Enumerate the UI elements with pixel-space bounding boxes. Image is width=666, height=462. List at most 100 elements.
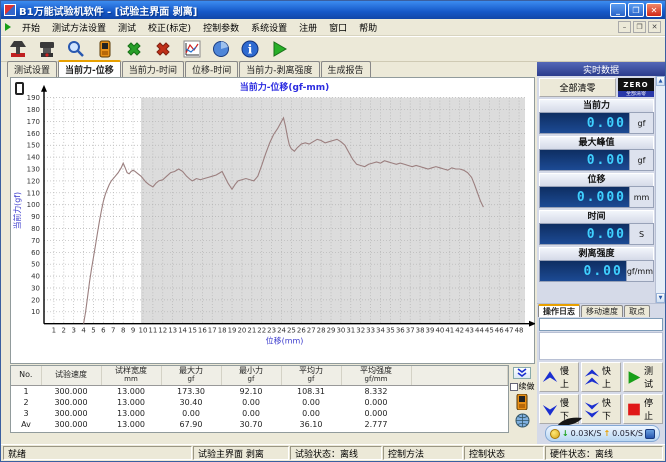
tab-3[interactable]: 位移-时间 [185,61,238,77]
restore-button[interactable]: ❐ [628,3,644,17]
table-row[interactable]: Av300.00013.00067.9030.7036.102.777 [11,419,508,430]
table-cell: 1 [11,385,41,397]
tab-1[interactable]: 当前力-位移 [58,60,121,77]
svg-text:22: 22 [257,327,266,335]
table-cell: 300.000 [41,397,101,408]
zero-icon[interactable]: ZERO 全部清零 [618,78,654,97]
upload-arrow-icon: ↑ [603,429,610,438]
curve-chart-button[interactable] [179,38,205,60]
realtime-scrollbar[interactable]: ▲ ▼ [655,76,665,303]
svg-text:100: 100 [27,201,40,209]
svg-text:36: 36 [396,327,405,335]
menu-item-5[interactable]: 系统设置 [245,20,293,35]
svg-text:50: 50 [31,261,40,269]
table-side-controls: 续做 [509,365,535,433]
zero-icon-text: ZERO [618,78,654,91]
main-area: 测试设置当前力-位移当前力-时间位移-时间当前力-剥离强度生成报告 102030… [1,62,665,444]
press-machine-icon [8,39,28,59]
svg-text:当前力(gf): 当前力(gf) [12,192,22,229]
mdi-close-button[interactable]: ✕ [648,21,661,33]
table-cell: 92.10 [221,385,281,397]
measure-unit: mm [629,187,653,207]
pie-chart-icon [211,39,231,59]
globe-icon[interactable] [513,412,531,428]
red-x-button[interactable] [150,38,176,60]
menu-play-icon [5,23,11,31]
log-tab-0[interactable]: 操作日志 [538,304,580,317]
checkbox-box[interactable] [510,383,518,391]
svg-text:6: 6 [101,327,105,335]
zero-all-button[interactable]: 全部清零 [539,78,616,97]
table-row[interactable]: 2300.00013.00030.400.000.000.000 [11,397,508,408]
svg-text:当前力-位移(gf-mm): 当前力-位移(gf-mm) [240,81,330,93]
net-speed-widget[interactable]: ↓ 0.03K/S ↑ 0.05K/S [545,425,660,442]
svg-text:3: 3 [71,327,75,335]
table-cell: 36.10 [281,419,341,430]
scroll-up-icon[interactable]: ▲ [656,76,665,86]
minimize-button[interactable]: _ [610,3,626,17]
jog-button-chevron-down[interactable]: 慢下 [539,394,579,424]
svg-text:40: 40 [435,327,444,335]
svg-text:60: 60 [31,249,40,257]
jog-button-chevron-double-down[interactable]: 快下 [581,394,621,424]
info-button[interactable]: i [237,38,263,60]
svg-text:10: 10 [139,327,148,335]
table-cell: 0.000 [341,397,411,408]
jog-button-stop[interactable]: 停止 [623,394,663,424]
log-tab-2[interactable]: 取点 [624,305,650,317]
table-cell: 0.00 [161,408,221,419]
chart-page-icon[interactable] [15,82,24,95]
tab-2[interactable]: 当前力-时间 [122,61,184,77]
clamp-machine-icon [37,39,57,59]
table-cell: 2.777 [341,419,411,430]
clamp-machine-button[interactable] [34,38,60,60]
menu-item-2[interactable]: 测试 [112,20,142,35]
svg-text:2: 2 [62,327,66,335]
meter-device-icon[interactable] [513,394,531,410]
table-cell: 8.332 [341,385,411,397]
table-cell: 3 [11,408,41,419]
mdi-minimize-button[interactable]: – [618,21,631,33]
magnifier-button[interactable] [63,38,89,60]
log-tab-1[interactable]: 移动速度 [581,305,623,317]
continue-checkbox[interactable]: 续做 [510,381,535,392]
jog-button-chevron-up[interactable]: 慢上 [539,362,579,392]
magnifier-icon [66,39,86,59]
tab-0[interactable]: 测试设置 [7,61,57,77]
pie-chart-button[interactable] [208,38,234,60]
menu-item-4[interactable]: 控制参数 [197,20,245,35]
menu-item-7[interactable]: 窗口 [323,20,353,35]
mdi-restore-button[interactable]: ❐ [633,21,646,33]
measure-display: 0.00gf [539,149,654,171]
svg-text:170: 170 [27,118,40,126]
log-input[interactable] [539,318,663,331]
meter-device-button[interactable] [92,38,118,60]
toolbar: i [1,36,665,62]
table-cell-filler [411,408,508,419]
menu-item-6[interactable]: 注册 [293,20,323,35]
tab-5[interactable]: 生成报告 [321,61,371,77]
svg-text:44: 44 [475,327,484,335]
green-x-button[interactable] [121,38,147,60]
results-table: No.试验速度试样宽度mm最大力gf最小力gf平均力gf平均强度gf/mm130… [11,366,508,430]
close-button[interactable]: ✕ [646,3,662,17]
press-machine-button[interactable] [5,38,31,60]
svg-text:42: 42 [455,327,464,335]
realtime-panel: 实时数据 全部清零 ZERO 全部清零 当前力0.00gf最大峰值0.00gf位… [535,62,665,444]
scroll-track[interactable] [656,86,665,293]
svg-text:位移(mm): 位移(mm) [266,335,304,345]
collapse-table-button[interactable] [513,367,531,379]
table-row[interactable]: 3300.00013.0000.000.000.000.000 [11,408,508,419]
scroll-down-icon[interactable]: ▼ [656,293,665,303]
menu-item-3[interactable]: 校正(标定) [142,20,197,35]
start-play-button[interactable] [266,38,292,60]
table-cell: Av [11,419,41,430]
tab-4[interactable]: 当前力-剥离强度 [239,61,319,77]
results-zone: No.试验速度试样宽度mm最大力gf最小力gf平均力gf平均强度gf/mm130… [10,365,535,433]
table-row[interactable]: 1300.00013.000173.3092.10108.318.332 [11,385,508,397]
menu-item-8[interactable]: 帮助 [353,20,383,35]
menu-item-1[interactable]: 测试方法设置 [46,20,112,35]
jog-button-chevron-double-up[interactable]: 快上 [581,362,621,392]
jog-button-play[interactable]: 测试 [623,362,663,392]
menu-item-0[interactable]: 开始 [16,20,46,35]
